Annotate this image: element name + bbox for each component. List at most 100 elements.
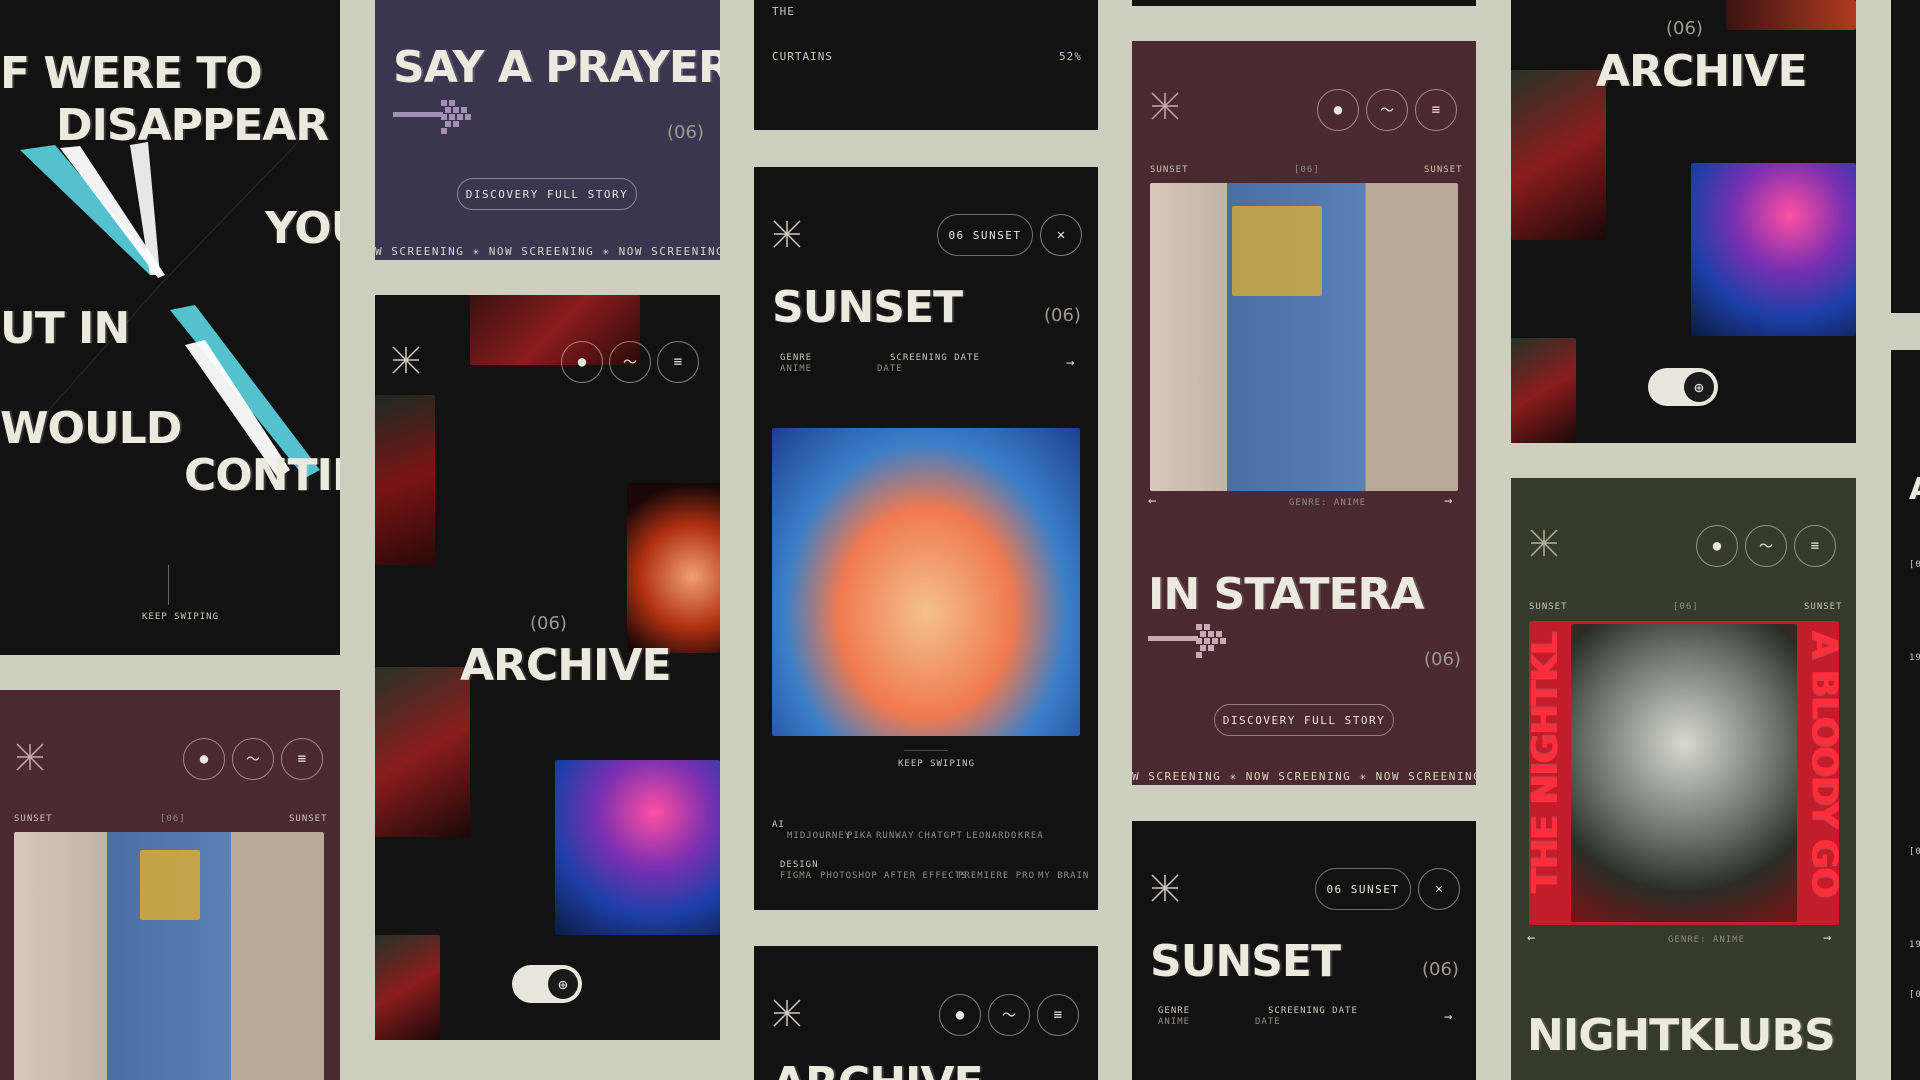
- eye-icon[interactable]: ●: [939, 994, 981, 1036]
- arrow-left-icon[interactable]: ←: [1148, 493, 1156, 509]
- design-tool: AFTER EFFECTS: [884, 871, 968, 881]
- activity-icon[interactable]: 〜: [232, 738, 274, 780]
- prayer-title: SAY A PRAYER: [393, 42, 720, 93]
- poem-line-5: WOULD: [0, 403, 182, 454]
- eye-icon[interactable]: ●: [1696, 525, 1738, 567]
- poster-yellow-overlay: [140, 850, 200, 920]
- design-tool: PHOTOSHOP: [820, 871, 878, 881]
- logo-icon[interactable]: [15, 742, 45, 772]
- archive-bottom-card: ● 〜 ≡ ARCHIVE: [754, 946, 1098, 1080]
- discovery-full-story-button[interactable]: DISCOVERY FULL STORY: [1214, 704, 1394, 736]
- red-figure-image: [1511, 338, 1576, 443]
- statera-title: IN STATERA: [1148, 569, 1424, 620]
- arrow-right-icon[interactable]: →: [1444, 1009, 1452, 1025]
- edge-item: [0: [1909, 990, 1920, 1000]
- menu-icon[interactable]: ≡: [1037, 994, 1079, 1036]
- logo-icon[interactable]: [772, 998, 802, 1028]
- curtains-percent: 52%: [1059, 50, 1082, 63]
- edge-card: A [0 19 [0 19 [0: [1891, 350, 1920, 1080]
- logo-icon[interactable]: [391, 345, 421, 375]
- menu-icon[interactable]: ≡: [657, 341, 699, 383]
- now-screening-ticker: W SCREENING ✳ NOW SCREENING ✳ NOW SCREEN…: [375, 245, 720, 258]
- design-tool: PREMIERE PRO: [958, 871, 1036, 881]
- sunset-title: SUNSET: [1150, 936, 1341, 987]
- eye-icon[interactable]: ●: [1317, 89, 1359, 131]
- statera-number: (06): [1424, 649, 1461, 670]
- poster-label-mid: [06]: [1673, 602, 1699, 612]
- robot-hand-image: [1691, 163, 1856, 336]
- red-hair-portrait-image: [627, 483, 720, 653]
- logo-icon[interactable]: [772, 219, 802, 249]
- archive-number: (06): [1666, 18, 1703, 39]
- top-strip: [1132, 0, 1476, 6]
- archive-title: ARCHIVE: [460, 640, 672, 691]
- poem-line-4: UT IN: [0, 303, 130, 354]
- archive-card: ● 〜 ≡ (06) ARCHIVE ⊕: [375, 295, 720, 1040]
- activity-icon[interactable]: 〜: [988, 994, 1030, 1036]
- sunset-detail-card: 06 SUNSET ✕ SUNSET (06) GENRE ANIME SCRE…: [754, 167, 1098, 910]
- red-figure-image: [375, 667, 470, 837]
- sunset-pill-button[interactable]: 06 SUNSET: [1315, 868, 1411, 910]
- arrow-left-icon[interactable]: ←: [1527, 930, 1535, 946]
- divider-line: [904, 750, 948, 751]
- ai-tool: RUNWAY: [876, 831, 915, 841]
- archive-bottom-title: ARCHIVE: [772, 1058, 984, 1080]
- design-tool: MY BRAIN: [1038, 871, 1090, 881]
- red-figure-image: [1726, 0, 1856, 30]
- crystal-image: [1571, 624, 1797, 922]
- poem-line-1: F WERE TO: [0, 48, 263, 99]
- activity-icon[interactable]: 〜: [1745, 525, 1787, 567]
- eye-icon[interactable]: ●: [561, 341, 603, 383]
- poem-card: F WERE TO DISAPPEAR YOU UT IN WOULD CONT…: [0, 0, 340, 655]
- poster-label-left: SUNSET: [1529, 602, 1568, 612]
- logo-icon[interactable]: [1529, 528, 1559, 558]
- statera-card: ● 〜 ≡ SUNSET [06] SUNSET ← GENRE: ANIME …: [1132, 41, 1476, 785]
- anime-girl-image: [772, 428, 1080, 736]
- globe-icon: ⊕: [548, 969, 578, 999]
- activity-icon[interactable]: 〜: [609, 341, 651, 383]
- menu-icon[interactable]: ≡: [281, 738, 323, 780]
- poster-vertical-right: A BLOODY GO: [1803, 630, 1845, 897]
- arrow-right-icon[interactable]: →: [1823, 930, 1831, 946]
- logo-icon[interactable]: [1150, 873, 1180, 903]
- eye-icon[interactable]: ●: [183, 738, 225, 780]
- theme-toggle[interactable]: ⊕: [1648, 368, 1718, 406]
- menu-icon[interactable]: ≡: [1794, 525, 1836, 567]
- curtains-line-2: CURTAINS: [772, 50, 833, 63]
- discovery-full-story-button[interactable]: DISCOVERY FULL STORY: [457, 178, 637, 210]
- poster-label-right: SUNSET: [289, 814, 328, 824]
- ai-tool: MIDJOURNEY: [787, 831, 852, 841]
- ai-tool: KREA: [1018, 831, 1044, 841]
- design-label: DESIGN: [780, 860, 819, 870]
- logo-icon[interactable]: [1150, 91, 1180, 121]
- edge-item: [0: [1909, 560, 1920, 570]
- poster-label-right: SUNSET: [1804, 602, 1843, 612]
- activity-icon[interactable]: 〜: [1366, 89, 1408, 131]
- sunset-pill-button[interactable]: 06 SUNSET: [937, 214, 1033, 256]
- archive-right-card: (06) ARCHIVE ⊕: [1511, 0, 1856, 443]
- globe-icon: ⊕: [1684, 372, 1714, 402]
- arrow-right-icon[interactable]: →: [1066, 355, 1074, 371]
- poster-label-mid: [06]: [160, 814, 186, 824]
- robot-hand-image: [555, 760, 720, 935]
- poster-label-left: SUNSET: [1150, 165, 1189, 175]
- sunset-poster-card: ● 〜 ≡ SUNSET [06] SUNSET: [0, 690, 340, 1080]
- edge-card-top: [1891, 0, 1920, 313]
- arrow-right-icon[interactable]: →: [1444, 493, 1452, 509]
- red-figure-image: [375, 395, 435, 565]
- menu-icon[interactable]: ≡: [1415, 89, 1457, 131]
- red-figure-image: [375, 935, 440, 1040]
- curtains-card: THE CURTAINS 52%: [754, 0, 1098, 130]
- close-icon[interactable]: ✕: [1040, 214, 1082, 256]
- screening-date-value: DATE: [877, 364, 903, 374]
- ai-tool: PIKA: [847, 831, 873, 841]
- nightklubs-card: ● 〜 ≡ SUNSET [06] SUNSET THE NIGHTKL A B…: [1511, 478, 1856, 1080]
- archive-title: ARCHIVE: [1596, 46, 1808, 97]
- edge-item: 19: [1909, 940, 1920, 950]
- close-icon[interactable]: ✕: [1418, 868, 1460, 910]
- genre-value: ANIME: [1158, 1017, 1191, 1027]
- theme-toggle[interactable]: ⊕: [512, 965, 582, 1003]
- poster-yellow-overlay: [1232, 206, 1322, 296]
- screening-date-value: DATE: [1255, 1017, 1281, 1027]
- edge-item: 19: [1909, 653, 1920, 663]
